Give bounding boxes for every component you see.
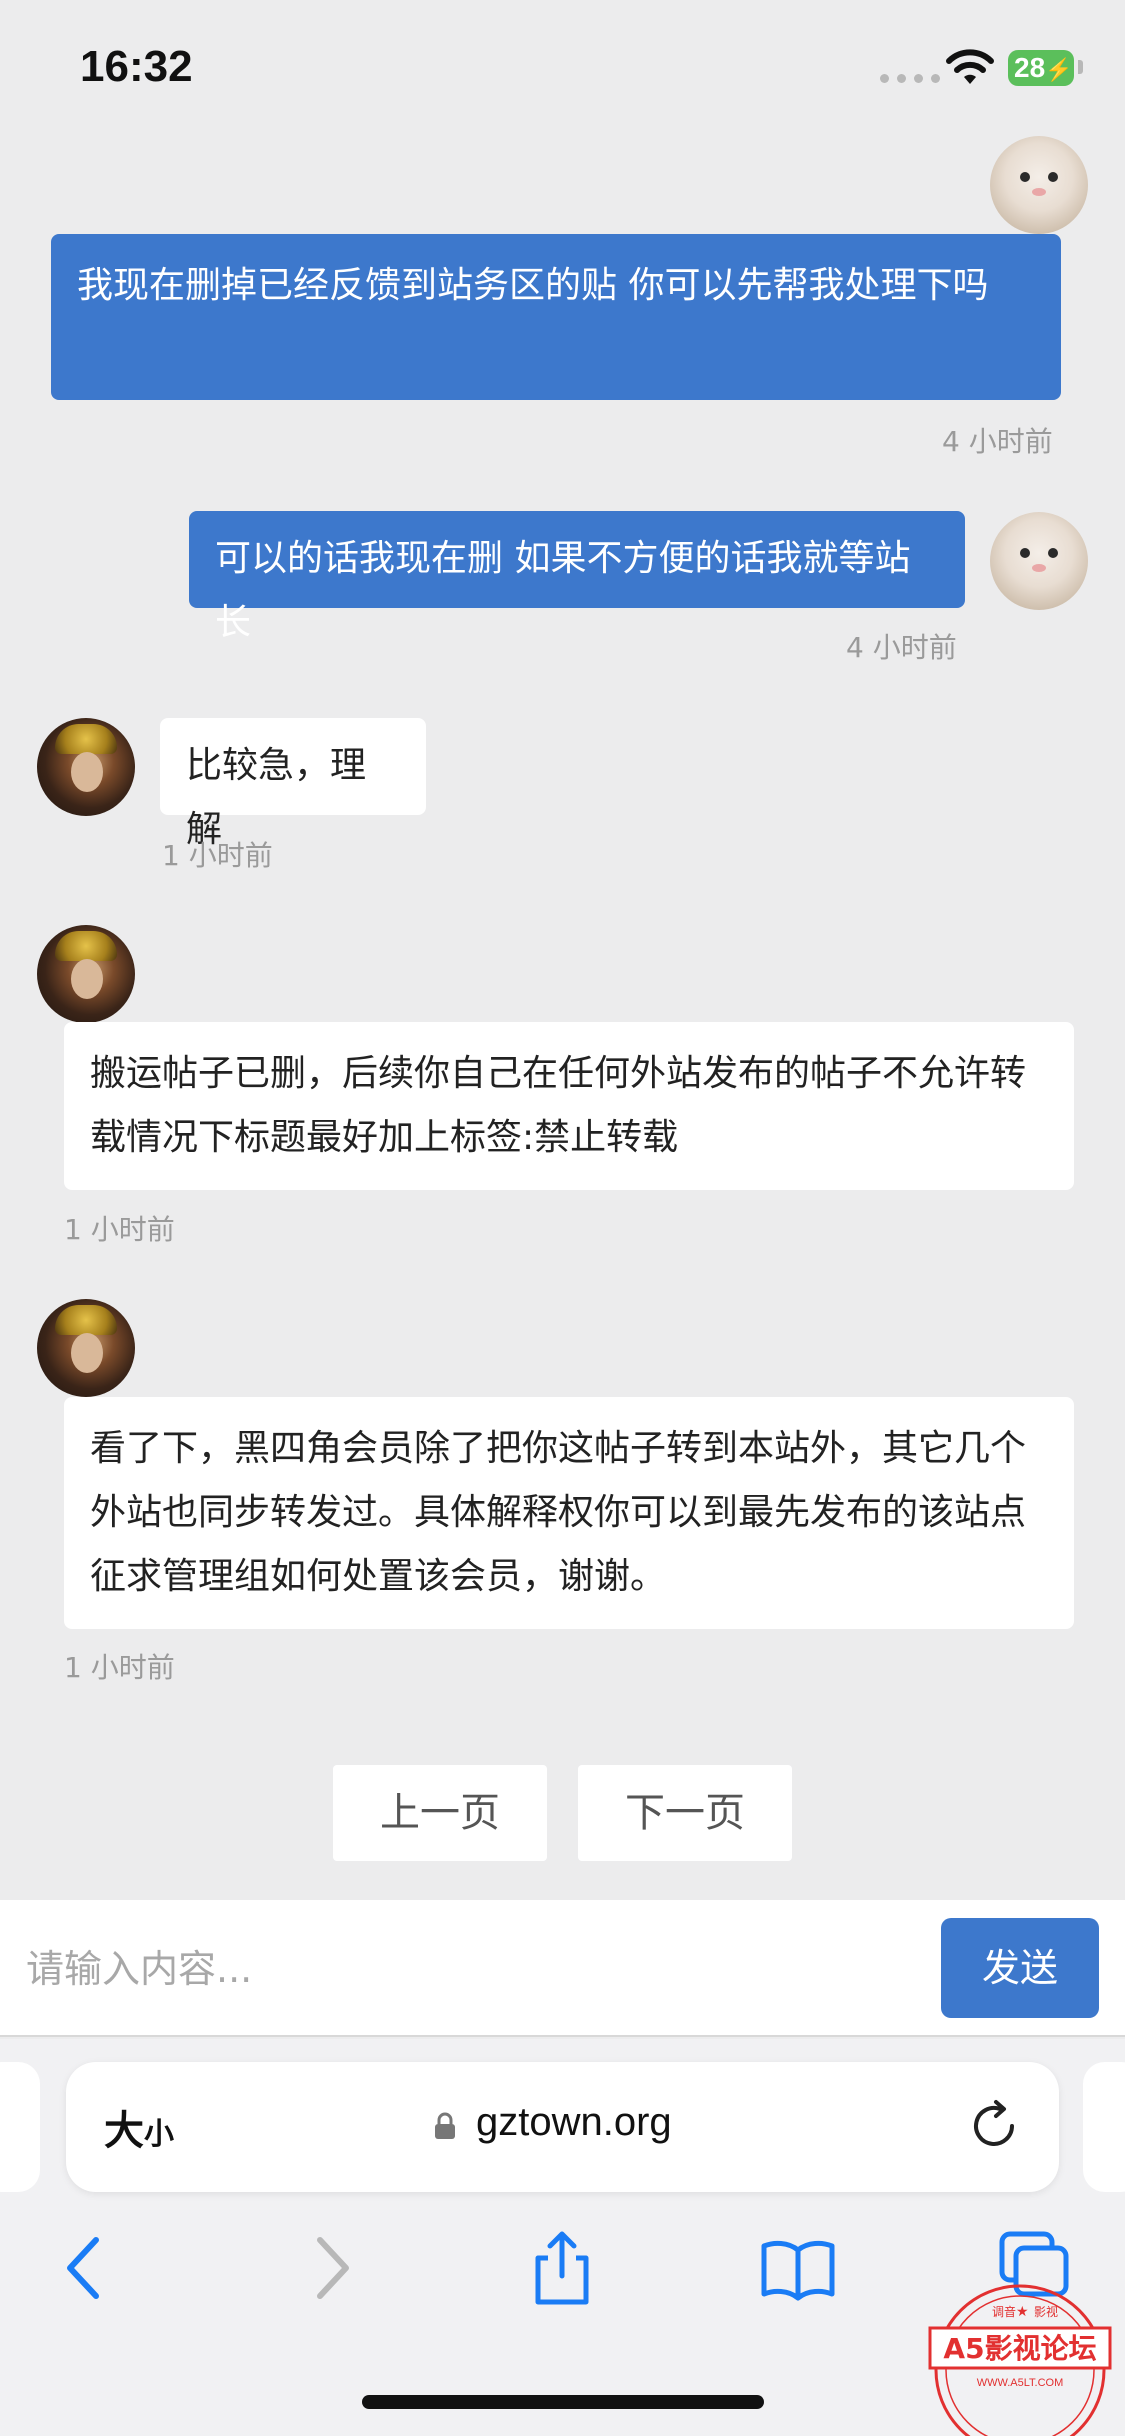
text-size-button[interactable]: 大小 [104,2098,174,2156]
user-avatar[interactable] [990,512,1088,610]
svg-text:调音: 调音 [992,2304,1016,2319]
reload-icon[interactable] [966,2098,1022,2154]
lock-icon [435,2112,455,2139]
watermark-stamp-logo: 调音 ★ 影视 A5影视论坛 WWW.A5LT.COM [928,2284,1112,2436]
bookmarks-icon[interactable] [758,2228,838,2308]
text-size-big: 大 [104,2108,144,2154]
message-time: 4 小时前 [846,631,957,664]
admin-avatar[interactable] [37,1299,135,1397]
message-time: 4 小时前 [942,425,1053,458]
back-icon[interactable] [46,2228,126,2308]
message-time: 1 小时前 [64,1213,175,1246]
text-size-small: 小 [144,2117,174,2152]
svg-text:★: ★ [1016,2304,1029,2320]
share-icon[interactable] [522,2228,602,2308]
svg-text:WWW.A5LT.COM: WWW.A5LT.COM [977,2377,1064,2389]
message-bubble-received: 看了下，黑四角会员除了把你这帖子转到本站外，其它几个外站也同步转发过。具体解释权… [64,1397,1074,1629]
message-time: 1 小时前 [64,1651,175,1684]
admin-avatar[interactable] [37,925,135,1023]
status-bar: 16:32 28⚡ [0,0,1125,130]
url-text[interactable]: gztown.org [476,2100,672,2145]
svg-text:A5影视论坛: A5影视论坛 [943,2332,1096,2365]
next-tab-peek[interactable] [1083,2062,1125,2192]
message-bubble-sent: 我现在删掉已经反馈到站务区的贴 你可以先帮我处理下吗 [51,234,1061,400]
message-composer: 发送 [0,1900,1125,2037]
message-time: 1 小时前 [162,839,273,872]
admin-avatar[interactable] [37,718,135,816]
status-time: 16:32 [80,42,193,91]
wifi-icon [946,49,994,84]
address-bar[interactable]: 大小 gztown.org [66,2062,1059,2192]
home-indicator [362,2395,764,2409]
message-bubble-received: 比较急，理解 [160,718,426,850]
previous-tab-peek[interactable] [0,2062,40,2192]
message-bubble-sent: 可以的话我现在删 如果不方便的话我就等站长 [189,511,965,643]
send-button[interactable]: 发送 [941,1918,1099,2018]
cellular-signal-icon [880,74,940,83]
user-avatar[interactable] [990,136,1088,234]
message-input[interactable] [0,1900,930,2037]
battery-level: 28 [1014,52,1046,83]
next-page-button[interactable]: 下一页 [578,1765,792,1861]
battery-icon: 28⚡ [1008,50,1074,86]
message-bubble-received: 搬运帖子已删，后续你自己在任何外站发布的帖子不允许转载情况下标题最好加上标签:禁… [64,1022,1074,1190]
forward-icon[interactable] [290,2228,370,2308]
svg-text:影视: 影视 [1034,2304,1058,2319]
prev-page-button[interactable]: 上一页 [333,1765,547,1861]
